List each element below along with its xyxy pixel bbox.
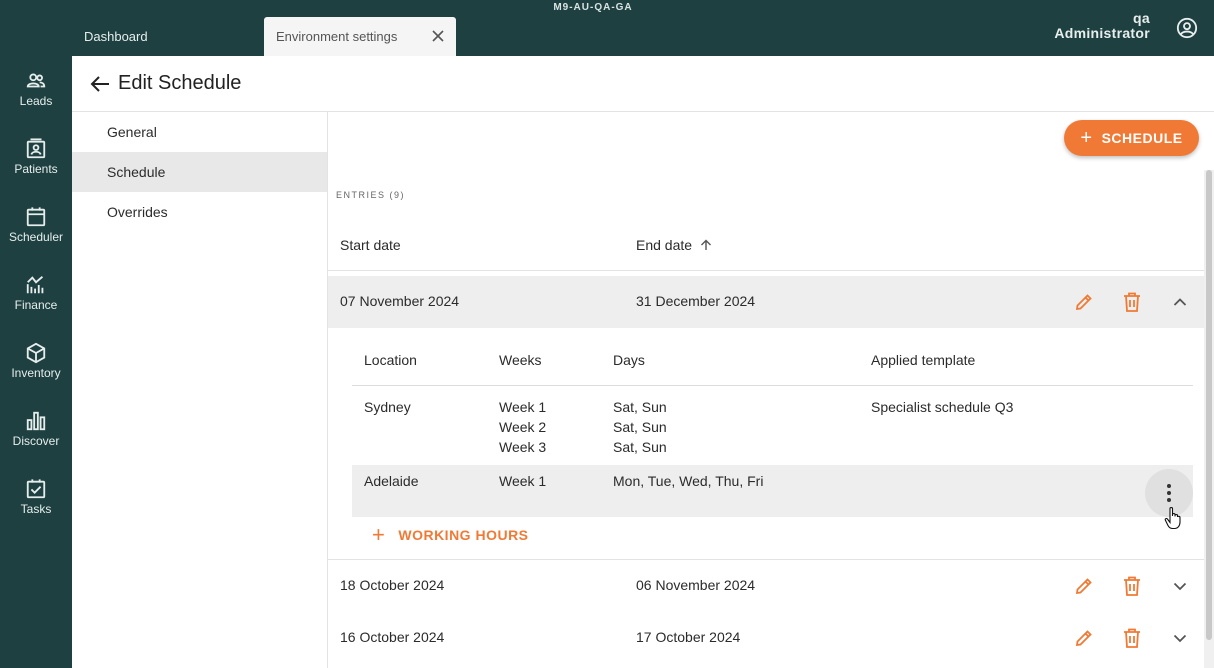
menu-item-general[interactable]: General bbox=[72, 112, 327, 152]
week-entry: Week 2 bbox=[499, 419, 547, 435]
people-icon bbox=[26, 73, 46, 88]
sidebar-item-label: Finance bbox=[14, 298, 58, 312]
arrow-left-icon[interactable] bbox=[90, 75, 110, 93]
column-header-end-date[interactable]: End date bbox=[636, 237, 712, 253]
chart-line-icon bbox=[26, 276, 44, 294]
sidebar-item-label: Patients bbox=[14, 162, 58, 176]
divider bbox=[328, 270, 1204, 271]
detail-row[interactable] bbox=[352, 465, 1193, 517]
table-row[interactable]: 16 October 2024 17 October 2024 bbox=[328, 612, 1204, 664]
weeks-cell: Week 1 bbox=[499, 473, 547, 489]
start-date-cell: 16 October 2024 bbox=[340, 629, 445, 645]
week-entry: Week 1 bbox=[499, 399, 547, 415]
detail-header-days: Days bbox=[613, 352, 645, 368]
schedule-panel: + SCHEDULE ENTRIES (9) Start date End da… bbox=[328, 112, 1214, 668]
settings-menu: General Schedule Overrides bbox=[72, 112, 328, 668]
task-check-icon bbox=[26, 479, 46, 499]
sidebar-item-label: Inventory bbox=[11, 366, 61, 380]
start-date-cell: 18 October 2024 bbox=[340, 577, 445, 593]
days-entry: Sat, Sun bbox=[613, 439, 667, 455]
chevron-down-icon[interactable] bbox=[1172, 630, 1188, 646]
user-name: qa bbox=[1133, 10, 1150, 26]
table-row[interactable]: 07 November 2024 31 December 2024 bbox=[328, 276, 1204, 328]
contact-card-icon bbox=[26, 138, 46, 159]
sidebar-item-label: Leads bbox=[19, 94, 53, 108]
end-date-cell: 06 November 2024 bbox=[636, 577, 756, 593]
days-cell: Mon, Tue, Wed, Thu, Fri bbox=[613, 473, 764, 489]
user-circle-icon[interactable] bbox=[1176, 17, 1198, 39]
chevron-up-icon[interactable] bbox=[1172, 294, 1188, 310]
sidebar-item-patients[interactable]: Patients bbox=[0, 138, 72, 198]
environment-code: M9-AU-QA-GA bbox=[553, 2, 633, 13]
menu-item-overrides[interactable]: Overrides bbox=[72, 192, 327, 232]
bar-chart-icon bbox=[26, 411, 46, 431]
week-entry: Week 3 bbox=[499, 439, 547, 455]
delete-trash-icon[interactable] bbox=[1123, 576, 1141, 596]
detail-header-location: Location bbox=[364, 352, 417, 368]
page-title: Edit Schedule bbox=[118, 72, 242, 94]
end-date-cell: 31 December 2024 bbox=[636, 293, 756, 309]
sidebar-item-tasks[interactable]: Tasks bbox=[0, 478, 72, 538]
box-icon bbox=[26, 342, 46, 364]
column-header-start-date[interactable]: Start date bbox=[340, 237, 401, 253]
chevron-down-icon[interactable] bbox=[1172, 578, 1188, 594]
location-cell: Adelaide bbox=[364, 473, 419, 489]
days-entry: Sat, Sun bbox=[613, 399, 667, 415]
sidebar-item-discover[interactable]: Discover bbox=[0, 410, 72, 470]
end-date-cell: 17 October 2024 bbox=[636, 629, 741, 645]
add-working-hours-button[interactable]: + WORKING HOURS bbox=[372, 522, 529, 547]
more-vertical-icon bbox=[1167, 484, 1171, 502]
sidebar: Leads Patients Scheduler Finance Invento… bbox=[0, 56, 72, 668]
sidebar-item-label: Scheduler bbox=[8, 230, 64, 244]
sidebar-item-finance[interactable]: Finance bbox=[0, 274, 72, 334]
detail-header-applied-template: Applied template bbox=[871, 352, 976, 368]
entries-count: ENTRIES (9) bbox=[336, 190, 406, 200]
edit-pencil-icon[interactable] bbox=[1074, 576, 1094, 596]
table-row[interactable]: 18 October 2024 06 November 2024 bbox=[328, 560, 1204, 612]
hand-pointer-icon bbox=[1164, 506, 1181, 530]
close-icon[interactable] bbox=[430, 28, 446, 44]
divider bbox=[352, 385, 1193, 386]
user-role: Administrator bbox=[1054, 25, 1150, 41]
weeks-cell: Week 1 Week 2 Week 3 bbox=[499, 397, 546, 457]
tab-dashboard[interactable]: Dashboard bbox=[72, 17, 262, 56]
days-entry: Sat, Sun bbox=[613, 419, 667, 435]
template-cell: Specialist schedule Q3 bbox=[871, 399, 1014, 415]
column-header-label: End date bbox=[636, 237, 693, 253]
add-working-hours-label: WORKING HOURS bbox=[398, 527, 529, 543]
user-info[interactable]: qa Administrator bbox=[1054, 11, 1150, 41]
sidebar-item-leads[interactable]: Leads bbox=[0, 70, 72, 130]
plus-icon: + bbox=[372, 522, 386, 547]
scrollbar-thumb[interactable] bbox=[1206, 170, 1212, 640]
plus-icon: + bbox=[1080, 127, 1093, 149]
edit-pencil-icon[interactable] bbox=[1074, 292, 1094, 312]
add-schedule-button[interactable]: + SCHEDULE bbox=[1064, 120, 1199, 156]
location-cell: Sydney bbox=[364, 399, 411, 415]
sidebar-item-inventory[interactable]: Inventory bbox=[0, 342, 72, 402]
delete-trash-icon[interactable] bbox=[1123, 292, 1141, 312]
start-date-cell: 07 November 2024 bbox=[340, 293, 460, 309]
days-cell: Sat, Sun Sat, Sun Sat, Sun bbox=[613, 397, 667, 457]
tab-label: Environment settings bbox=[276, 29, 398, 44]
top-bar: M9-AU-QA-GA Dashboard Environment settin… bbox=[0, 0, 1214, 56]
add-schedule-label: SCHEDULE bbox=[1101, 130, 1183, 146]
calendar-icon bbox=[26, 207, 46, 227]
sidebar-item-scheduler[interactable]: Scheduler bbox=[0, 206, 72, 266]
detail-header-weeks: Weeks bbox=[499, 352, 542, 368]
sidebar-item-label: Tasks bbox=[20, 502, 52, 516]
delete-trash-icon[interactable] bbox=[1123, 628, 1141, 648]
page-header: Edit Schedule bbox=[72, 56, 1214, 112]
scrollbar[interactable] bbox=[1204, 170, 1214, 668]
tab-environment-settings[interactable]: Environment settings bbox=[264, 17, 456, 56]
sort-ascending-icon[interactable] bbox=[700, 239, 712, 251]
menu-item-schedule[interactable]: Schedule bbox=[72, 152, 327, 192]
sidebar-item-label: Discover bbox=[12, 434, 60, 448]
edit-pencil-icon[interactable] bbox=[1074, 628, 1094, 648]
